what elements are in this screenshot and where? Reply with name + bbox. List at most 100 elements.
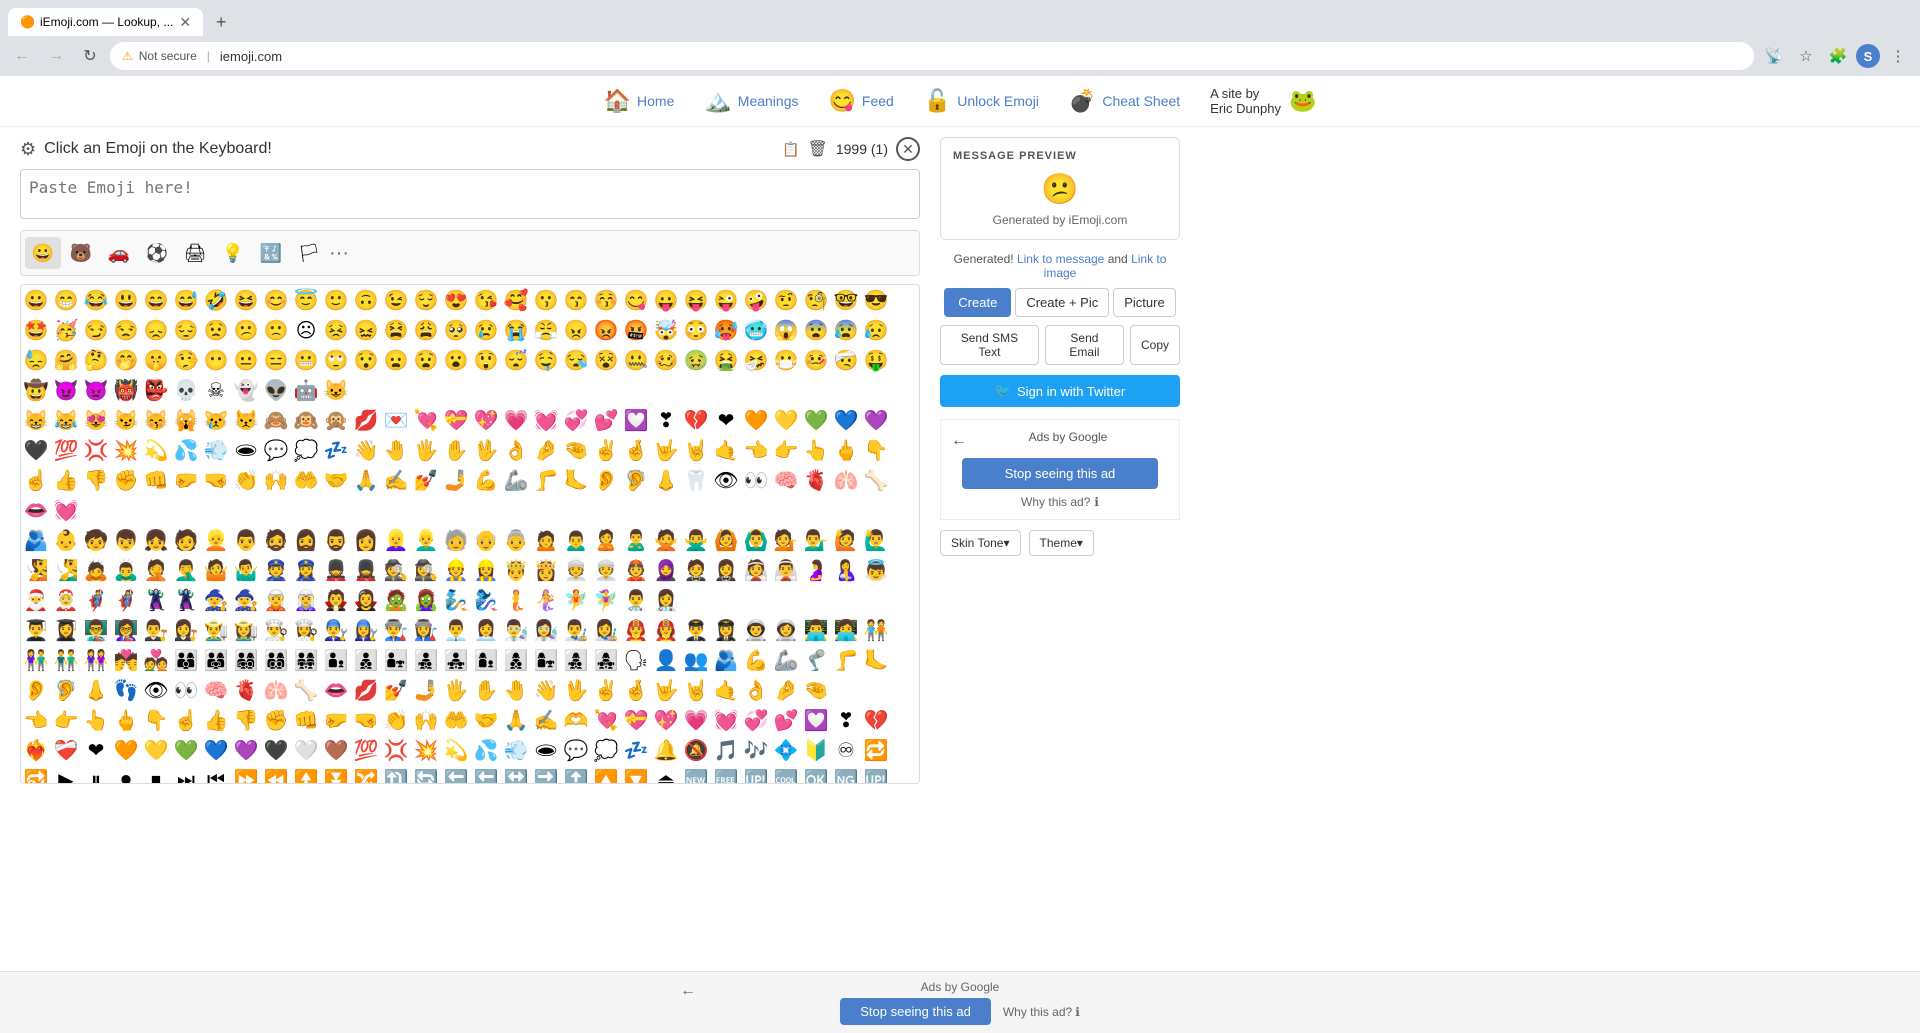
emoji-cell[interactable]: 🤌 <box>771 675 801 705</box>
emoji-cell[interactable]: 👮‍♀ <box>291 555 321 585</box>
emoji-cell[interactable]: 🧕 <box>651 555 681 585</box>
emoji-cell[interactable]: 💜 <box>861 405 891 435</box>
emoji-cell[interactable]: 🤢 <box>681 345 711 375</box>
emoji-cell[interactable]: 😗 <box>531 285 561 315</box>
emoji-cell[interactable]: 🔂 <box>21 765 51 784</box>
emoji-cell[interactable]: 💝 <box>441 405 471 435</box>
emoji-cell[interactable]: ⏮ <box>201 765 231 784</box>
emoji-cell[interactable]: ⏫ <box>291 765 321 784</box>
emoji-cell[interactable]: 👨‍💻 <box>801 615 831 645</box>
emoji-cell[interactable]: 💙 <box>831 405 861 435</box>
emoji-cell[interactable]: 👭 <box>81 645 111 675</box>
emoji-cell[interactable]: 🤵‍♀ <box>711 555 741 585</box>
emoji-cell[interactable]: 🦻 <box>51 675 81 705</box>
emoji-cell[interactable]: 😏 <box>81 315 111 345</box>
emoji-cell[interactable]: 👰‍♂ <box>771 555 801 585</box>
emoji-cell[interactable]: 👱‍♀ <box>381 525 411 555</box>
emoji-cell[interactable]: 😷 <box>771 345 801 375</box>
bottom-why-this-ad[interactable]: Why this ad? ℹ <box>1003 1005 1080 1019</box>
emoji-cell[interactable]: 👨‍🏭 <box>381 615 411 645</box>
emoji-cell[interactable]: 🤏 <box>561 435 591 465</box>
emoji-cell[interactable]: 😄 <box>141 285 171 315</box>
emoji-cell[interactable]: 👰 <box>741 555 771 585</box>
emoji-cell[interactable]: 😃 <box>111 285 141 315</box>
emoji-cell[interactable]: 😟 <box>201 315 231 345</box>
emoji-cell[interactable]: 💓 <box>711 705 741 735</box>
send-email-button[interactable]: Send Email <box>1045 325 1124 365</box>
emoji-cell[interactable]: 👱‍♂ <box>411 525 441 555</box>
emoji-cell[interactable]: 🙅 <box>651 525 681 555</box>
emoji-cell[interactable]: 😽 <box>141 405 171 435</box>
emoji-cell[interactable]: ⏺ <box>111 765 141 784</box>
emoji-cell[interactable]: 👵 <box>501 525 531 555</box>
emoji-cell[interactable]: 👳 <box>561 555 591 585</box>
emoji-cell[interactable]: 🤶 <box>51 585 81 615</box>
emoji-cell[interactable]: 😻 <box>81 405 111 435</box>
emoji-cell[interactable]: 💀 <box>171 375 201 405</box>
emoji-cell[interactable]: 👩‍👧‍👦 <box>561 645 591 675</box>
emoji-cell[interactable]: 👨‍👧‍👦 <box>411 645 441 675</box>
emoji-cell[interactable]: 🤴 <box>501 555 531 585</box>
emoji-cell[interactable]: 😭 <box>501 315 531 345</box>
emoji-cell[interactable]: 😕 <box>231 315 261 345</box>
emoji-cell[interactable]: 👬 <box>51 645 81 675</box>
emoji-cell[interactable]: 👩‍🏭 <box>411 615 441 645</box>
emoji-cell[interactable]: 🤠 <box>21 375 51 405</box>
emoji-cell[interactable]: 👈 <box>21 705 51 735</box>
emoji-cell[interactable]: 🤛 <box>321 705 351 735</box>
emoji-cell[interactable]: 🧝 <box>261 585 291 615</box>
emoji-cell[interactable]: 🕵 <box>381 555 411 585</box>
emoji-cell[interactable]: 🫂 <box>711 645 741 675</box>
settings-icon[interactable]: ⚙ <box>20 139 36 160</box>
emoji-cell[interactable]: 🤫 <box>141 345 171 375</box>
emoji-cell[interactable]: 🤷 <box>201 555 231 585</box>
trash-icon[interactable]: 🗑 <box>808 139 828 159</box>
emoji-cell[interactable]: 🙏 <box>351 465 381 495</box>
emoji-cell[interactable]: 👏 <box>231 465 261 495</box>
emoji-cell[interactable]: 🙊 <box>321 405 351 435</box>
emoji-cell[interactable]: 💨 <box>201 435 231 465</box>
emoji-cell[interactable]: 🔰 <box>801 735 831 765</box>
emoji-cell[interactable]: 👁 <box>141 675 171 705</box>
emoji-cell[interactable]: 👌 <box>741 675 771 705</box>
emoji-cell[interactable]: 🤝 <box>321 465 351 495</box>
emoji-cell[interactable]: 💝 <box>621 705 651 735</box>
emoji-cell[interactable]: 🤨 <box>771 285 801 315</box>
emoji-cell[interactable]: 🫶 <box>561 705 591 735</box>
emoji-cell[interactable]: 👎 <box>81 465 111 495</box>
emoji-cell[interactable]: 👮 <box>261 555 291 585</box>
emoji-cell[interactable]: 🙄 <box>321 345 351 375</box>
emoji-cell[interactable]: ☝ <box>171 705 201 735</box>
cat-tab-objects[interactable]: 🖨 <box>177 237 213 269</box>
emoji-cell[interactable]: 😨 <box>801 315 831 345</box>
emoji-cell[interactable]: 👩‍🎓 <box>51 615 81 645</box>
cat-tab-sports[interactable]: ⚽ <box>139 237 175 269</box>
new-tab-button[interactable]: + <box>207 8 235 36</box>
emoji-cell[interactable]: 🤲 <box>441 705 471 735</box>
emoji-cell[interactable]: 😁 <box>51 285 81 315</box>
emoji-cell[interactable]: 👩‍⚕ <box>651 585 681 615</box>
emoji-cell[interactable]: 🔔 <box>651 735 681 765</box>
emoji-cell[interactable]: 🤳 <box>411 675 441 705</box>
emoji-cell[interactable]: 👈 <box>741 435 771 465</box>
emoji-cell[interactable]: 🤐 <box>621 345 651 375</box>
cat-tab-symbols[interactable]: 💡 <box>215 237 251 269</box>
emoji-cell[interactable]: 🤘 <box>681 435 711 465</box>
emoji-cell[interactable]: 👨‍🌾 <box>201 615 231 645</box>
emoji-cell[interactable]: 👋 <box>351 435 381 465</box>
emoji-cell[interactable]: 💟 <box>801 705 831 735</box>
emoji-cell[interactable]: 🖐 <box>441 675 471 705</box>
emoji-cell[interactable]: 💦 <box>171 435 201 465</box>
emoji-cell[interactable]: 😺 <box>321 375 351 405</box>
emoji-cell[interactable]: ☝ <box>21 465 51 495</box>
emoji-cell[interactable]: 😥 <box>861 315 891 345</box>
emoji-cell[interactable]: 🦹‍♀ <box>171 585 201 615</box>
emoji-cell[interactable]: 😙 <box>561 285 591 315</box>
emoji-cell[interactable]: 🤬 <box>621 315 651 345</box>
emoji-cell[interactable]: 😲 <box>471 345 501 375</box>
emoji-cell[interactable]: 👏 <box>381 705 411 735</box>
emoji-cell[interactable]: 🔛 <box>501 765 531 784</box>
emoji-cell[interactable]: 👶 <box>51 525 81 555</box>
emoji-cell[interactable]: 💖 <box>471 405 501 435</box>
emoji-cell[interactable]: ⏭ <box>171 765 201 784</box>
